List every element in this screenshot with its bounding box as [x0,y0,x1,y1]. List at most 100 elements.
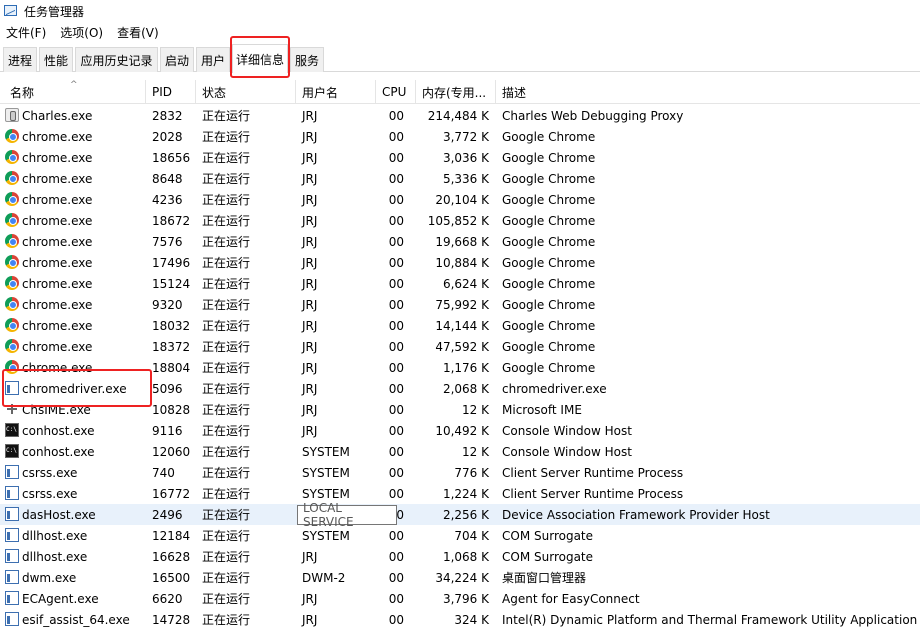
chrome-icon [5,150,19,164]
process-cpu: 00 [388,234,404,249]
table-row[interactable]: dasHost.exe2496正在运行002,256 KDevice Assoc… [0,504,920,525]
col-cpu[interactable]: CPU [376,80,416,104]
table-row[interactable]: chrome.exe 4236 正在运行 JRJ 00 20,104 K Google Ch… [0,189,920,210]
table-row[interactable]: conhost.exe 12060 正在运行 SYSTEM 00 12 K Console … [0,441,920,462]
process-cpu: 00 [388,339,404,354]
app-icon [5,591,19,605]
table-row[interactable]: chrome.exe 2028 正在运行 JRJ 00 3,772 K Google Chr… [0,126,920,147]
table-row[interactable]: dwm.exe 16500 正在运行 DWM-2 00 34,224 K 桌面窗口管理器 [0,567,920,588]
tab-processes[interactable]: 进程 [3,47,37,72]
process-description: Client Server Runtime Process [502,465,684,480]
process-pid: 15124 [152,276,191,291]
process-user: JRJ [302,129,318,144]
table-row[interactable]: chrome.exe 8648 正在运行 JRJ 00 5,336 K Google Chr… [0,168,920,189]
process-memory: 34,224 K [435,570,489,585]
process-description: Google Chrome [502,360,596,375]
process-description: Google Chrome [502,339,596,354]
chrome-icon [5,192,19,206]
process-cpu: 00 [388,360,404,375]
table-row[interactable]: conhost.exe 9116 正在运行 JRJ 00 10,492 K Console … [0,420,920,441]
process-memory: 14,144 K [435,318,489,333]
process-user: JRJ [302,108,318,123]
table-row[interactable]: ChsIME.exe 10828 正在运行 JRJ 00 12 K Microsoft IM… [0,399,920,420]
col-status[interactable]: 状态 [196,80,296,104]
menu-options[interactable]: 选项(O) [60,24,103,41]
table-row[interactable]: Charles.exe 2832 正在运行 JRJ 00 214,484 K Charles… [0,105,920,126]
process-description: Google Chrome [502,150,596,165]
table-row[interactable]: ECAgent.exe 6620 正在运行 JRJ 00 3,796 K Agent for… [0,588,920,609]
process-status: 正在运行 [202,256,251,270]
process-pid: 18672 [152,213,191,228]
process-cpu: 00 [388,171,404,186]
tab-startup[interactable]: 启动 [160,47,194,72]
process-status: 正在运行 [202,277,251,291]
process-cpu: 00 [388,129,404,144]
process-description: Google Chrome [502,171,596,186]
sort-up-icon: ^ [70,80,78,90]
process-pid: 17496 [152,255,191,270]
table-row[interactable]: chromedriver.exe 5096 正在运行 JRJ 00 2,068 K chro… [0,378,920,399]
process-cpu: 00 [388,213,404,228]
table-row[interactable]: chrome.exe 17496 正在运行 JRJ 00 10,884 K Google C… [0,252,920,273]
process-user: JRJ [302,276,318,291]
process-name: chrome.exe [22,171,93,186]
process-pid: 16500 [152,570,191,585]
tab-services[interactable]: 服务 [290,47,324,72]
process-memory: 10,492 K [435,423,489,438]
app-icon [5,528,19,542]
menu-view[interactable]: 查看(V) [117,24,159,41]
table-row[interactable]: esif_assist_64.exe 14728 正在运行 JRJ 00 324 K Int… [0,609,920,630]
tab-app-history[interactable]: 应用历史记录 [75,47,158,72]
tab-details[interactable]: 详细信息 [232,44,288,73]
process-memory: 1,224 K [442,486,489,501]
process-name: chrome.exe [22,318,93,333]
process-user: JRJ [302,150,318,165]
col-memory[interactable]: 内存(专用... [416,80,496,104]
process-pid: 16628 [152,549,191,564]
chrome-icon [5,297,19,311]
process-name: chrome.exe [22,255,93,270]
process-cpu: 00 [388,381,404,396]
table-row[interactable]: chrome.exe 18656 正在运行 JRJ 00 3,036 K Google Ch… [0,147,920,168]
process-name: chrome.exe [22,213,93,228]
table-row[interactable]: chrome.exe 18372 正在运行 JRJ 00 47,592 K Google C… [0,336,920,357]
process-cpu: 00 [388,402,404,417]
task-manager-icon [4,4,18,18]
menu-bar: 文件(F) 选项(O) 查看(V) [0,22,920,42]
table-row[interactable]: dllhost.exe 12184 正在运行 SYSTEM 00 704 K COM Sur… [0,525,920,546]
table-row[interactable]: dllhost.exe 16628 正在运行 JRJ 00 1,068 K COM Surr… [0,546,920,567]
table-row[interactable]: csrss.exe 740 正在运行 SYSTEM 00 776 K Client Serv… [0,462,920,483]
process-user: JRJ [302,381,318,396]
menu-file[interactable]: 文件(F) [6,24,46,41]
col-pid[interactable]: PID [146,80,196,104]
process-status: 正在运行 [202,445,251,459]
process-cpu: 00 [388,465,404,480]
process-description: Console Window Host [502,444,632,459]
table-row[interactable]: csrss.exe 16772 正在运行 SYSTEM 00 1,224 K Client … [0,483,920,504]
table-row[interactable]: chrome.exe 18804 正在运行 JRJ 00 1,176 K Google Ch… [0,357,920,378]
process-description: chromedriver.exe [502,381,607,396]
process-memory: 12 K [462,444,489,459]
process-cpu: 00 [388,423,404,438]
process-pid: 14728 [152,612,191,627]
table-row[interactable]: chrome.exe 9320 正在运行 JRJ 00 75,992 K Google Ch… [0,294,920,315]
process-pid: 18804 [152,360,191,375]
table-row[interactable]: chrome.exe 18032 正在运行 JRJ 00 14,144 K Google C… [0,315,920,336]
process-pid: 16772 [152,486,191,501]
col-user[interactable]: 用户名 [296,80,376,104]
process-status: 正在运行 [202,571,251,585]
process-status: 正在运行 [202,424,251,438]
process-pid: 2832 [152,108,183,123]
table-row[interactable]: chrome.exe 15124 正在运行 JRJ 00 6,624 K Google Ch… [0,273,920,294]
process-status: 正在运行 [202,466,251,480]
process-description: Microsoft IME [502,402,582,417]
table-row[interactable]: chrome.exe 7576 正在运行 JRJ 00 19,668 K Google Ch… [0,231,920,252]
col-description[interactable]: 描述 [496,80,920,104]
tab-users[interactable]: 用户 [196,47,230,72]
tab-performance[interactable]: 性能 [39,47,73,72]
process-pid: 6620 [152,591,183,606]
table-row[interactable]: chrome.exe 18672 正在运行 JRJ 00 105,852 K Google … [0,210,920,231]
process-memory: 3,796 K [442,591,489,606]
chrome-icon [5,339,19,353]
process-status: 正在运行 [202,151,251,165]
